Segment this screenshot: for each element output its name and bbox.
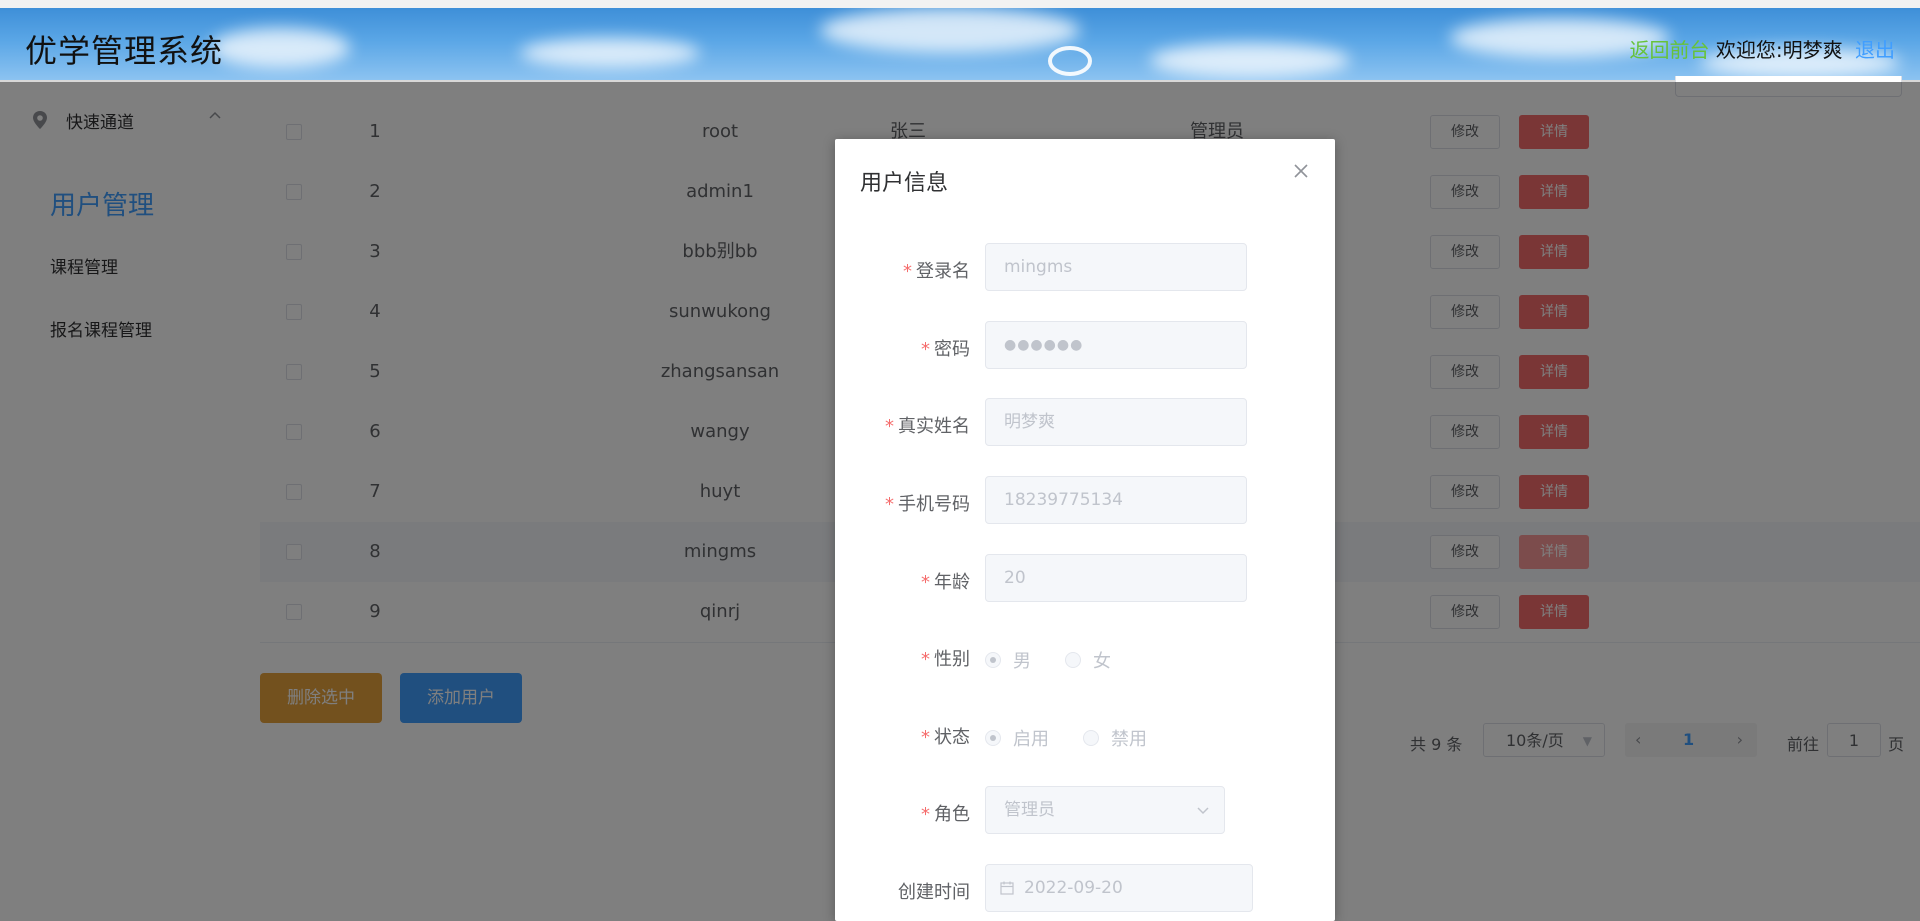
header-cloud — [820, 8, 1080, 53]
created-time-label-text: 创建时间 — [898, 882, 970, 903]
age-label: * 年龄 — [921, 568, 970, 594]
user-info-dialog: 用户信息 * 登录名 mingms * 密码 ●●●●●● * 真实姓名 明梦爽 * 手… — [835, 139, 1335, 921]
radio-checked-icon — [985, 730, 1001, 746]
radio-unchecked-icon — [1083, 730, 1099, 746]
login-name-label-text: 登录名 — [916, 261, 970, 282]
created-time-value: 2022-09-20 — [1024, 878, 1123, 898]
radio-unchecked-icon — [1065, 652, 1081, 668]
calendar-icon — [1000, 881, 1014, 895]
top-strip — [0, 0, 1920, 8]
header-user-area: 返回前台 欢迎您:明梦爽 退出 — [1630, 34, 1895, 63]
dialog-title: 用户信息 — [860, 171, 949, 196]
role-label: * 角色 — [921, 800, 970, 826]
required-mark: * — [921, 649, 930, 670]
required-mark: * — [921, 804, 930, 825]
login-name-input[interactable]: mingms — [985, 243, 1247, 291]
back-to-frontend-link[interactable]: 返回前台 — [1630, 38, 1710, 62]
role-select-value: 管理员 — [1004, 800, 1055, 820]
welcome-text: 欢迎您:明梦爽 — [1715, 38, 1843, 62]
password-label: * 密码 — [921, 335, 970, 361]
real-name-label-text: 真实姓名 — [898, 416, 970, 437]
phone-label-text: 手机号码 — [898, 494, 970, 515]
required-mark: * — [903, 261, 912, 282]
required-mark: * — [921, 727, 930, 748]
password-label-text: 密码 — [934, 339, 970, 360]
created-time-label: 创建时间 — [898, 878, 970, 904]
status-radio-disabled[interactable]: 禁用 — [1083, 725, 1147, 751]
role-select[interactable]: 管理员 — [985, 786, 1225, 834]
status-radio-group: 启用 禁用 — [985, 725, 1181, 751]
header-cloud — [1150, 43, 1350, 78]
required-mark: * — [921, 572, 930, 593]
radio-checked-icon — [985, 652, 1001, 668]
status-option-label: 禁用 — [1111, 729, 1147, 750]
created-time-datepicker[interactable]: 2022-09-20 — [985, 864, 1253, 912]
required-mark: * — [921, 339, 930, 360]
required-mark: * — [885, 416, 894, 437]
gender-radio-female[interactable]: 女 — [1065, 647, 1111, 673]
header-ring-decoration — [1048, 46, 1092, 76]
gender-option-label: 男 — [1013, 651, 1031, 672]
login-name-label: * 登录名 — [903, 257, 970, 283]
phone-label: * 手机号码 — [885, 490, 970, 516]
chevron-down-icon — [1197, 807, 1209, 815]
age-label-text: 年龄 — [934, 572, 970, 593]
phone-input[interactable]: 18239775134 — [985, 476, 1247, 524]
close-icon[interactable] — [1293, 163, 1309, 179]
gender-radio-group: 男 女 — [985, 647, 1145, 673]
logout-link[interactable]: 退出 — [1855, 38, 1895, 62]
header-cloud — [210, 28, 350, 68]
gender-label: * 性别 — [921, 645, 970, 671]
real-name-label: * 真实姓名 — [885, 412, 970, 438]
role-label-text: 角色 — [934, 804, 970, 825]
required-mark: * — [885, 494, 894, 515]
password-input[interactable]: ●●●●●● — [985, 321, 1247, 369]
status-label-text: 状态 — [934, 727, 970, 748]
gender-option-label: 女 — [1093, 651, 1111, 672]
app-header: 优学管理系统 返回前台 欢迎您:明梦爽 退出 — [0, 8, 1920, 80]
status-option-label: 启用 — [1013, 729, 1049, 750]
age-input[interactable]: 20 — [985, 554, 1247, 602]
real-name-input[interactable]: 明梦爽 — [985, 398, 1247, 446]
header-cloud — [520, 38, 700, 68]
app-title: 优学管理系统 — [25, 32, 224, 70]
status-label: * 状态 — [921, 723, 970, 749]
gender-label-text: 性别 — [934, 649, 970, 670]
status-radio-enabled[interactable]: 启用 — [985, 725, 1049, 751]
gender-radio-male[interactable]: 男 — [985, 647, 1031, 673]
